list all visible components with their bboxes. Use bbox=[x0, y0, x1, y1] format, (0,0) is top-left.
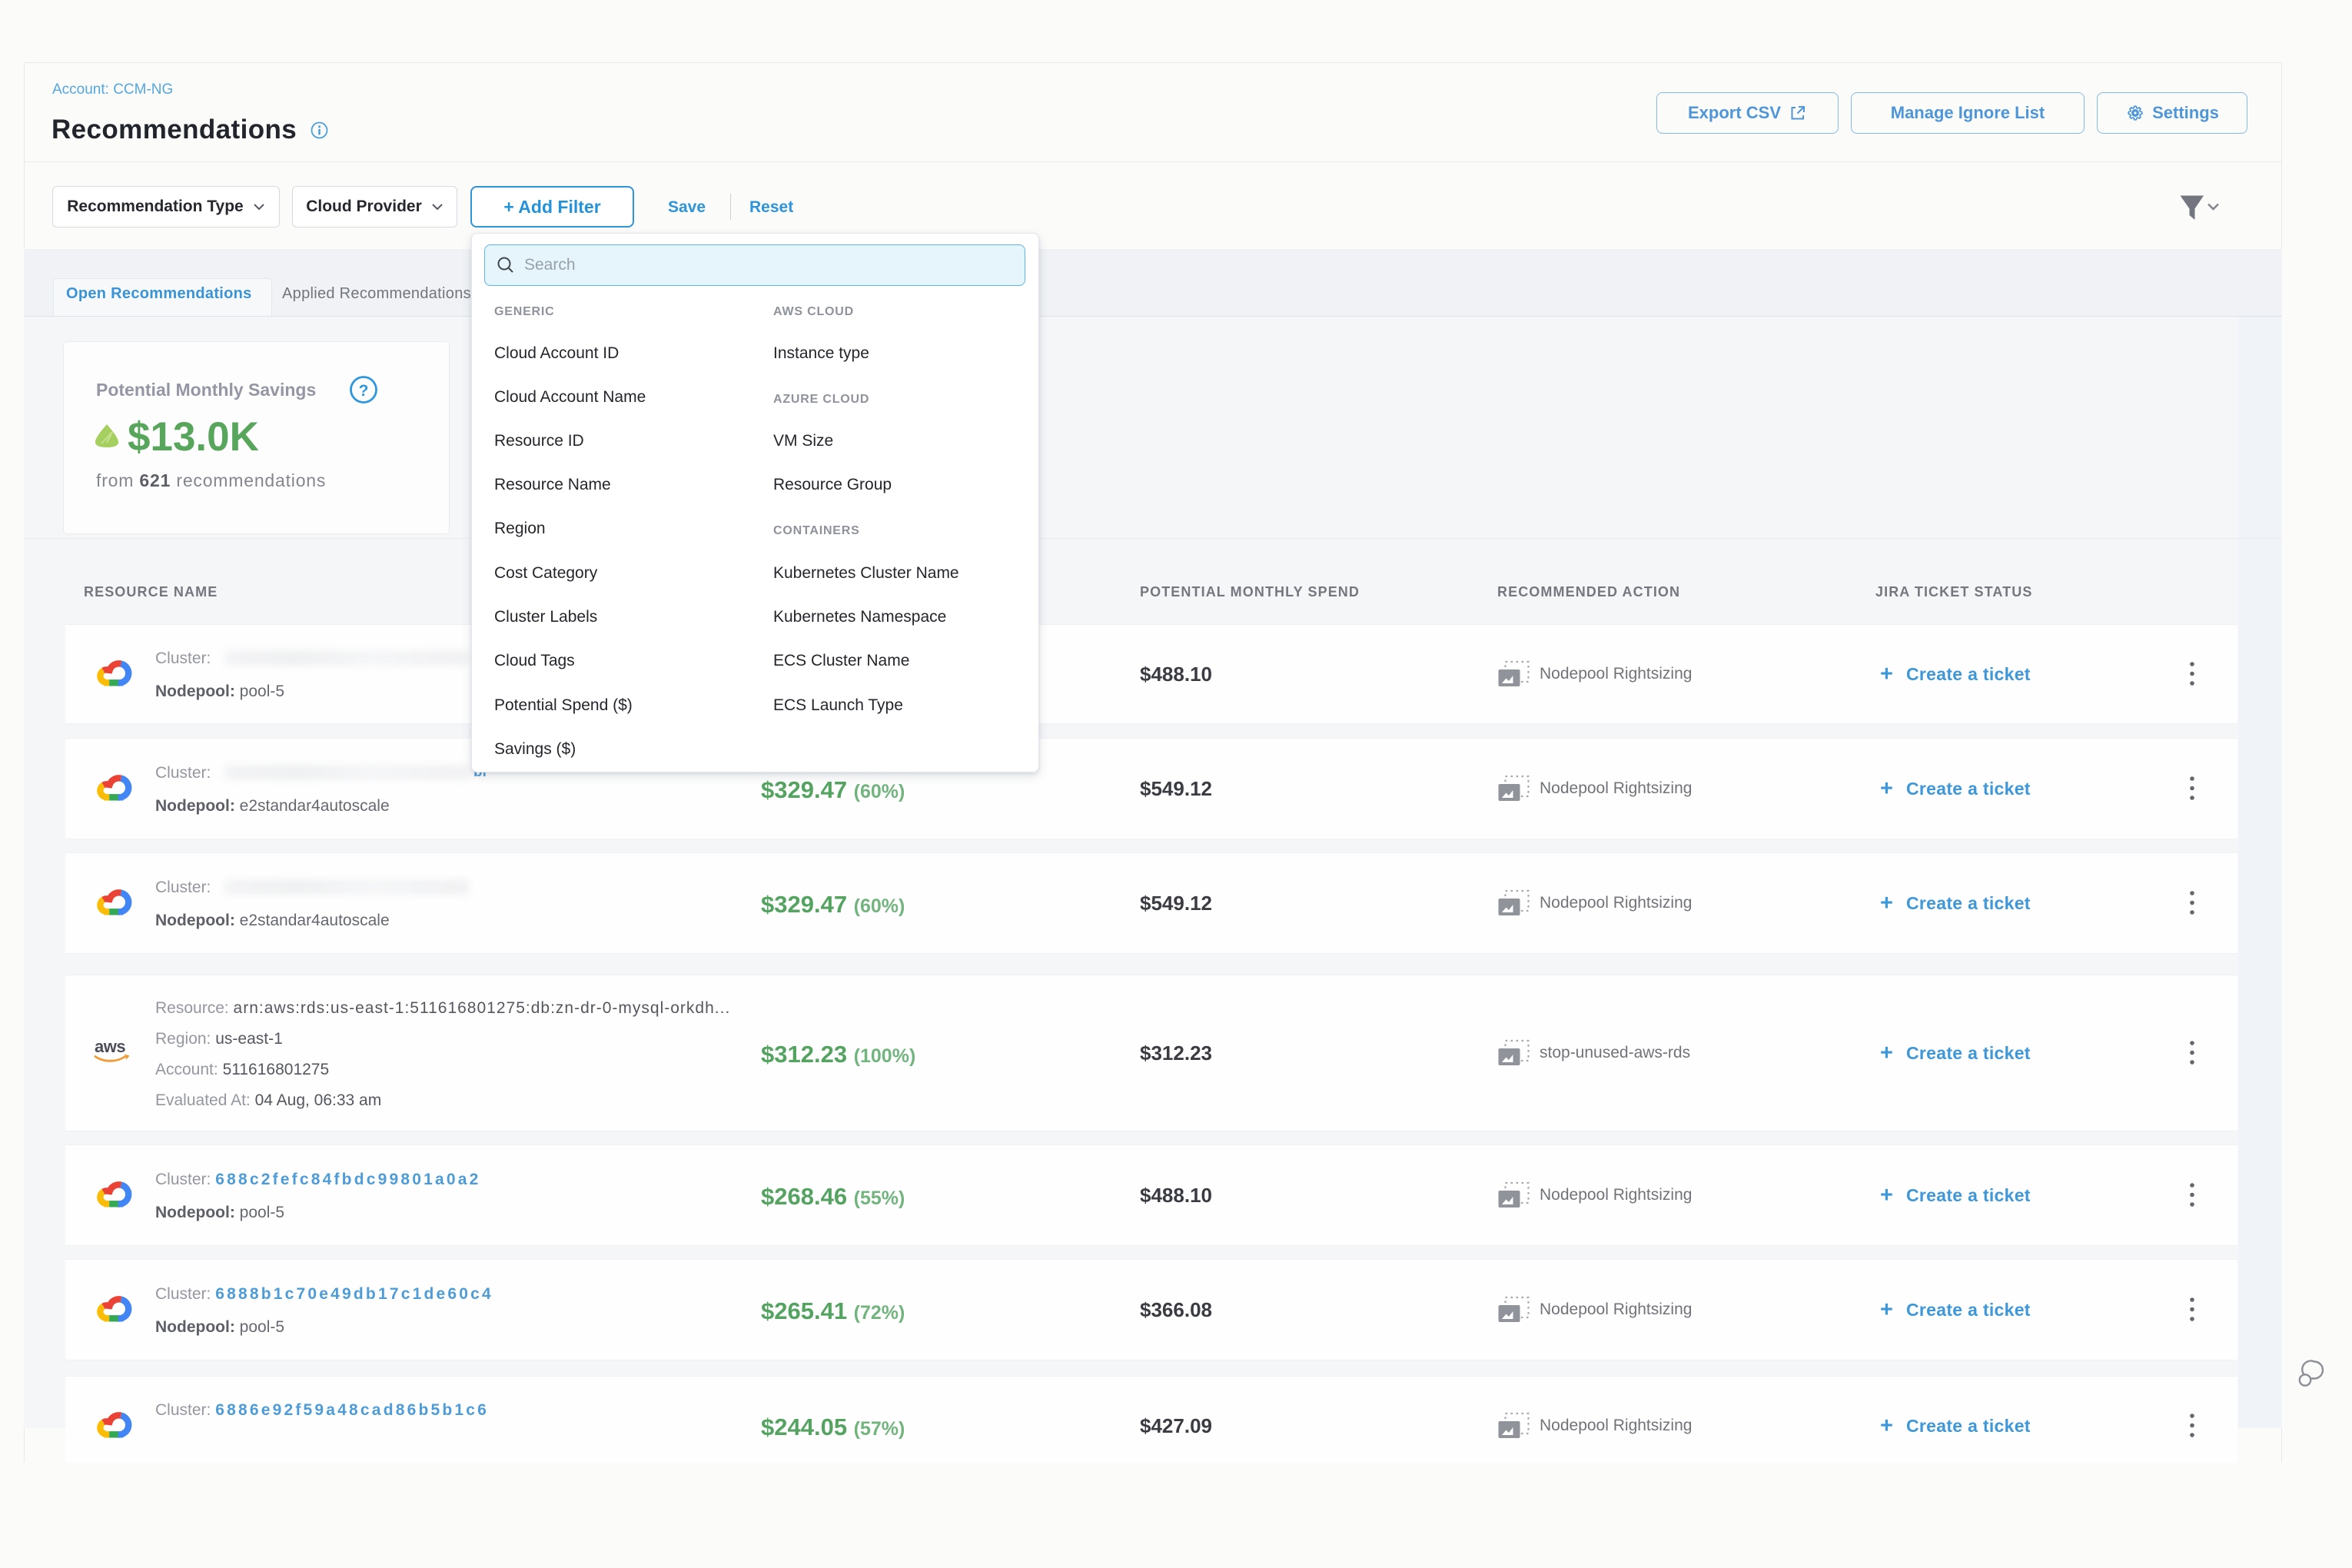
svg-text:aws: aws bbox=[95, 1037, 125, 1056]
svg-text:?: ? bbox=[359, 382, 369, 400]
